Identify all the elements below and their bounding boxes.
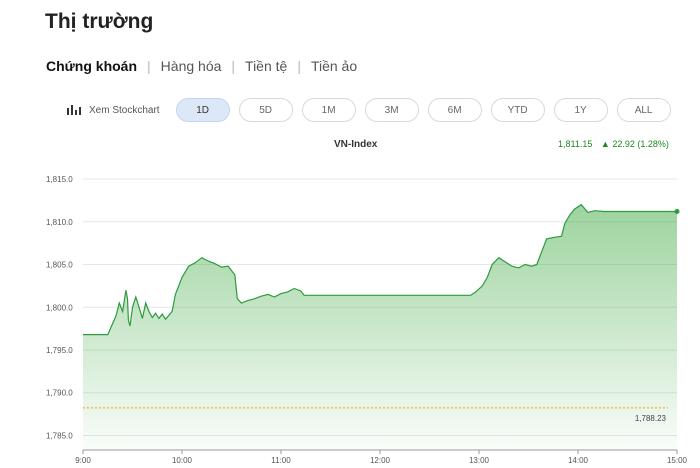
x-tick-label: 10:00 bbox=[172, 456, 193, 465]
y-tick-label: 1,805.0 bbox=[46, 261, 73, 270]
y-tick-label: 1,815.0 bbox=[46, 175, 73, 184]
x-tick-label: 14:00 bbox=[568, 456, 589, 465]
vn-index-chart: 1,788.23 1,815.0 1,810.0 1,805.0 1,800.0 1,7… bbox=[46, 175, 688, 465]
x-tick-label: 12:00 bbox=[370, 456, 391, 465]
y-tick-label: 1,800.0 bbox=[46, 303, 73, 312]
x-tick-label: 13:00 bbox=[469, 456, 490, 465]
reference-label: 1,788.23 bbox=[635, 414, 667, 423]
x-tick-label: 15:00 bbox=[667, 456, 688, 465]
x-tick-label: 9:00 bbox=[75, 456, 91, 465]
x-tick-label: 11:00 bbox=[271, 456, 291, 465]
y-tick-label: 1,790.0 bbox=[46, 389, 73, 398]
y-tick-label: 1,810.0 bbox=[46, 218, 73, 227]
last-point-marker bbox=[674, 209, 680, 215]
y-tick-label: 1,785.0 bbox=[46, 431, 73, 440]
y-tick-label: 1,795.0 bbox=[46, 346, 73, 355]
series-area bbox=[83, 204, 677, 450]
